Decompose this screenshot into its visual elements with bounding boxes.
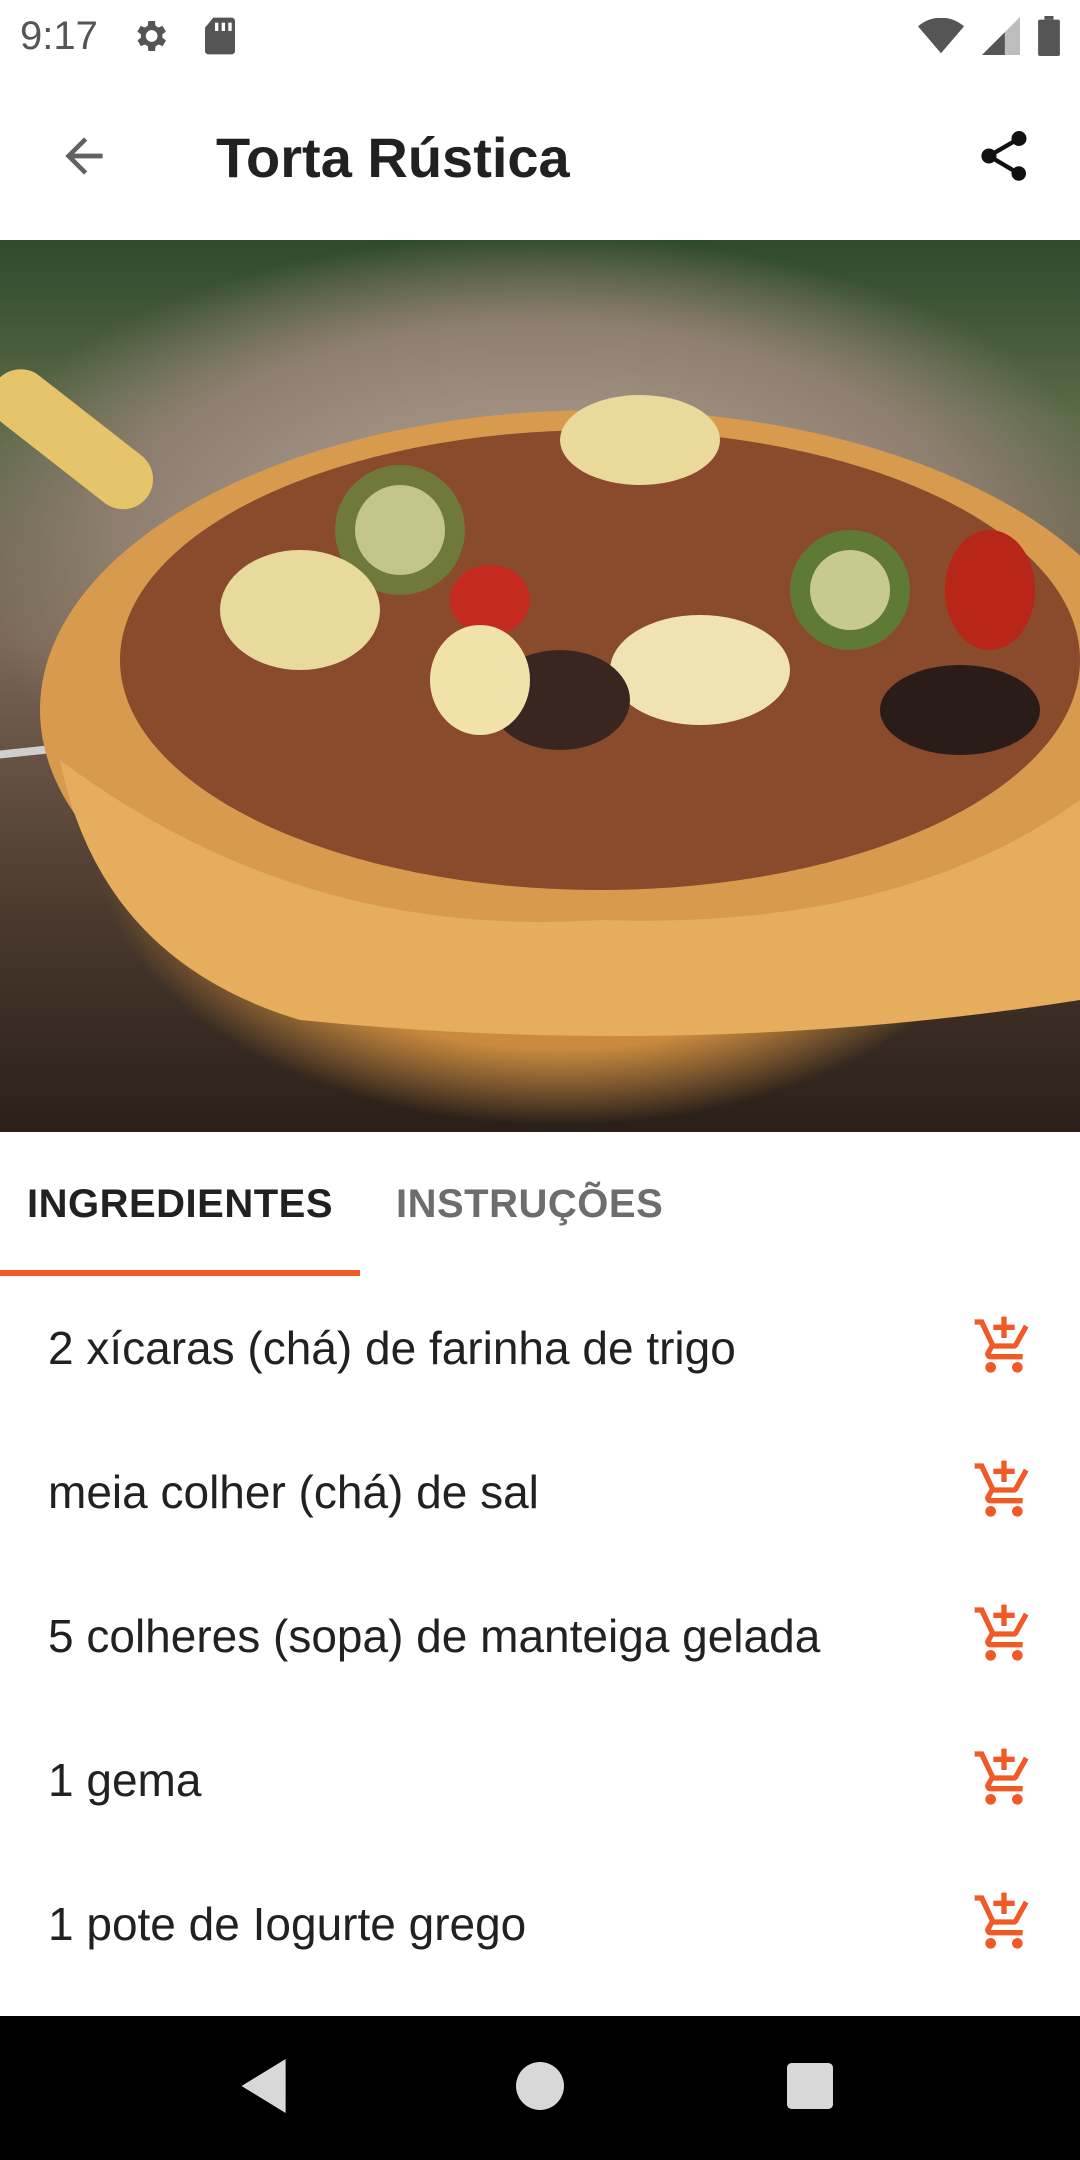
- add-shopping-cart-icon: [972, 1746, 1036, 1815]
- app-toolbar: Torta Rústica: [0, 72, 1080, 240]
- list-item: 5 colheres (sopa) de manteiga gelada: [0, 1564, 1080, 1708]
- back-button[interactable]: [48, 122, 120, 194]
- ingredient-text: 5 colheres (sopa) de manteiga gelada: [48, 1610, 821, 1662]
- add-to-cart-button[interactable]: [968, 1888, 1040, 1960]
- list-item: meia colher (chá) de sal: [0, 1420, 1080, 1564]
- status-time: 9:17: [20, 13, 98, 58]
- status-right: [918, 16, 1060, 56]
- list-item: 2 xícaras (chá) de farinha de trigo: [0, 1276, 1080, 1420]
- share-icon: [974, 126, 1034, 191]
- arrow-back-icon: [56, 128, 112, 189]
- list-item: 1 pote de Iogurte grego: [0, 1852, 1080, 1996]
- ingredients-list: 2 xícaras (chá) de farinha de trigo meia…: [0, 1276, 1080, 1996]
- add-to-cart-button[interactable]: [968, 1312, 1040, 1384]
- sd-card-icon: [202, 16, 238, 56]
- home-circle-icon: [516, 2061, 564, 2115]
- tab-ingredientes[interactable]: INGREDIENTES: [0, 1132, 360, 1276]
- gear-icon: [130, 16, 170, 56]
- wifi-icon: [918, 18, 964, 54]
- status-left: 9:17: [20, 14, 238, 59]
- add-shopping-cart-icon: [972, 1890, 1036, 1959]
- nav-recents-button[interactable]: [774, 2052, 846, 2124]
- share-button[interactable]: [968, 122, 1040, 194]
- nav-back-button[interactable]: [230, 2052, 302, 2124]
- add-shopping-cart-icon: [972, 1602, 1036, 1671]
- ingredient-text: 1 gema: [48, 1754, 202, 1806]
- recipe-photo: [0, 240, 1080, 1132]
- signal-icon: [982, 17, 1020, 55]
- add-shopping-cart-icon: [972, 1314, 1036, 1383]
- recipe-photo-art: [0, 369, 1080, 1036]
- add-to-cart-button[interactable]: [968, 1456, 1040, 1528]
- ingredient-text: 1 pote de Iogurte grego: [48, 1898, 527, 1950]
- ingredient-text: 2 xícaras (chá) de farinha de trigo: [48, 1322, 736, 1374]
- page-title: Torta Rústica: [216, 126, 570, 189]
- ingredient-text: meia colher (chá) de sal: [48, 1466, 539, 1518]
- back-triangle-icon: [241, 2058, 291, 2118]
- status-bar: 9:17: [0, 0, 1080, 72]
- recents-square-icon: [787, 2062, 833, 2114]
- system-nav-bar: [0, 2016, 1080, 2160]
- add-to-cart-button[interactable]: [968, 1600, 1040, 1672]
- nav-home-button[interactable]: [504, 2052, 576, 2124]
- tab-instrucoes[interactable]: INSTRUÇÕES: [396, 1132, 663, 1276]
- recipe-tabs: INGREDIENTES INSTRUÇÕES: [0, 1132, 1080, 1276]
- battery-icon: [1038, 16, 1060, 56]
- add-to-cart-button[interactable]: [968, 1744, 1040, 1816]
- add-shopping-cart-icon: [972, 1458, 1036, 1527]
- list-item: 1 gema: [0, 1708, 1080, 1852]
